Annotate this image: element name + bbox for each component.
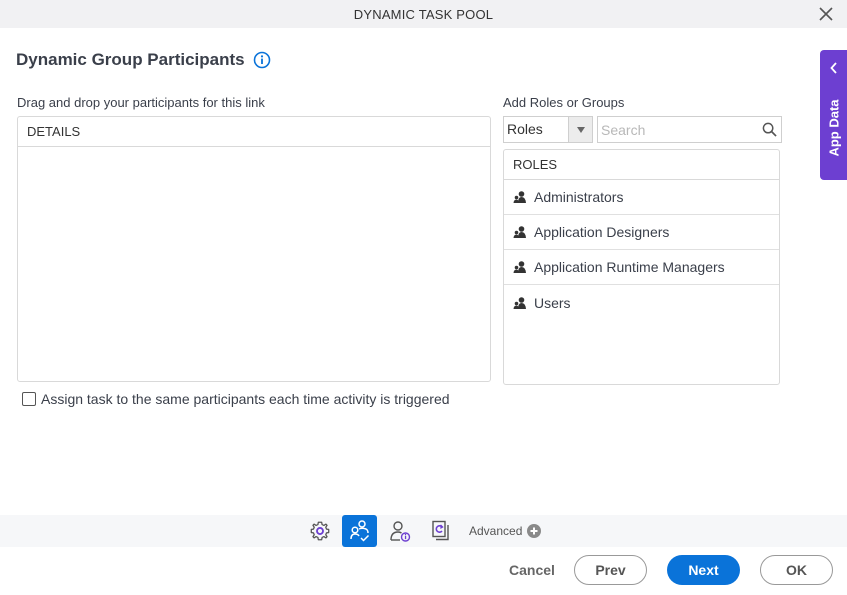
role-type-value: Roles [507,121,543,137]
user-info-icon [389,521,410,542]
close-icon[interactable] [817,5,835,23]
role-label: Users [534,294,571,311]
gear-icon [310,521,329,541]
role-icon [513,261,526,273]
document-refresh-icon [431,520,449,541]
page-heading: Dynamic Group Participants [16,50,271,70]
roles-panel-label: Add Roles or Groups [503,95,625,110]
role-icon [513,226,526,238]
details-column-header: DETAILS [18,117,490,147]
assign-same-participants-option[interactable]: Assign task to the same participants eac… [22,391,450,407]
assign-same-participants-checkbox[interactable] [22,392,36,406]
page-title: Dynamic Group Participants [16,50,245,69]
chevron-left-icon [830,62,837,74]
bottom-toolbar: Advanced [0,515,847,547]
plus-circle-icon [527,524,542,538]
participants-drop-zone[interactable]: DETAILS [17,116,491,382]
roles-list: ROLES Administrators Application Designe… [503,149,780,385]
info-icon[interactable] [253,51,271,69]
assign-same-participants-label: Assign task to the same participants eac… [41,391,450,407]
role-label: Application Designers [534,224,670,240]
participants-icon [349,520,369,542]
search-input[interactable] [598,117,758,142]
role-icon [513,191,526,203]
settings-button[interactable] [302,515,337,547]
cancel-button[interactable]: Cancel [505,555,559,585]
advanced-label: Advanced [469,524,523,538]
search-icon[interactable] [762,122,777,137]
title-bar: DYNAMIC TASK POOL [0,0,847,28]
document-refresh-button[interactable] [422,515,457,547]
role-label: Application Runtime Managers [534,259,725,275]
app-data-label: App Data [826,99,841,157]
role-icon [513,296,526,309]
participants-label: Drag and drop your participants for this… [17,95,265,110]
user-info-button[interactable] [382,515,417,547]
prev-button[interactable]: Prev [574,555,647,585]
role-label: Administrators [534,189,624,205]
list-item[interactable]: Users [504,285,779,320]
list-item[interactable]: Administrators [504,180,779,215]
search-field[interactable] [597,116,782,143]
app-data-tab[interactable]: App Data [820,50,847,180]
caret-down-icon [576,126,585,133]
window-title: DYNAMIC TASK POOL [353,6,494,22]
list-item[interactable]: Application Runtime Managers [504,250,779,285]
dropdown-arrow[interactable] [568,117,592,142]
roles-column-header: ROLES [504,150,779,180]
advanced-button[interactable]: Advanced [469,515,542,547]
participants-button[interactable] [342,515,377,547]
list-item[interactable]: Application Designers [504,215,779,250]
role-type-select[interactable]: Roles [503,116,593,143]
ok-button[interactable]: OK [760,555,833,585]
next-button[interactable]: Next [667,555,740,585]
